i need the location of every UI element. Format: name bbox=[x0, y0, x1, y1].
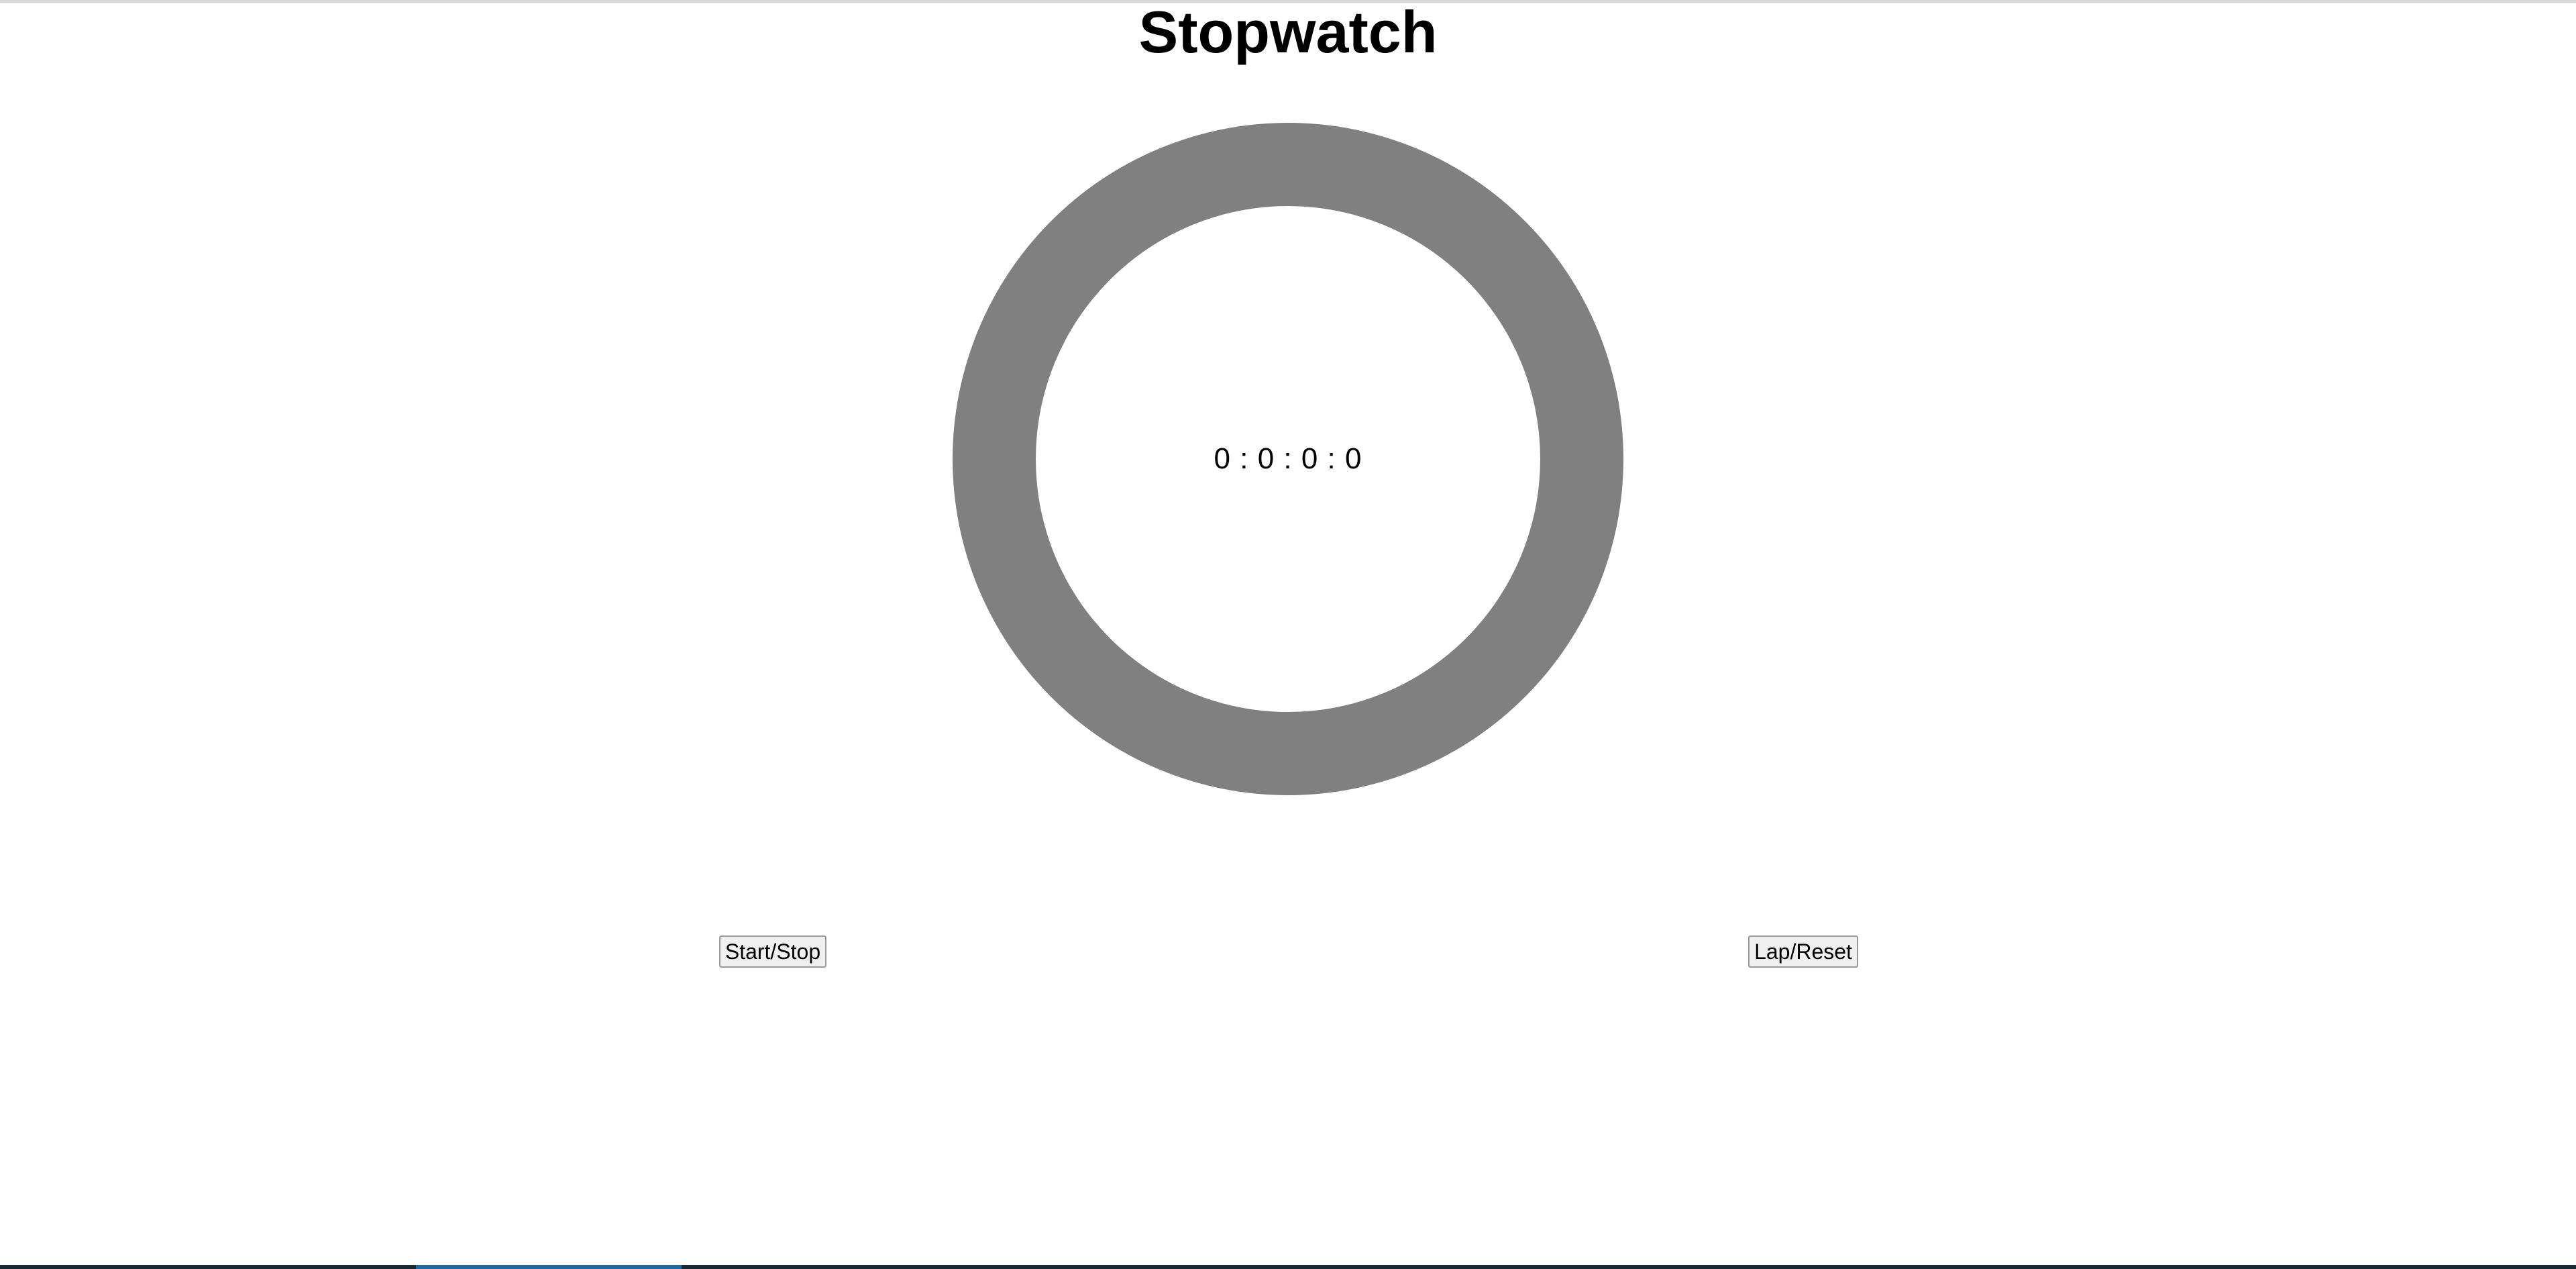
start-stop-button[interactable]: Start/Stop bbox=[719, 935, 826, 968]
taskbar-edge bbox=[0, 1265, 2576, 1269]
time-display: 0 : 0 : 0 : 0 bbox=[1214, 442, 1362, 475]
lap-reset-button[interactable]: Lap/Reset bbox=[1748, 935, 1858, 968]
page-title: Stopwatch bbox=[1138, 0, 1438, 65]
taskbar-active-indicator bbox=[416, 1265, 682, 1269]
